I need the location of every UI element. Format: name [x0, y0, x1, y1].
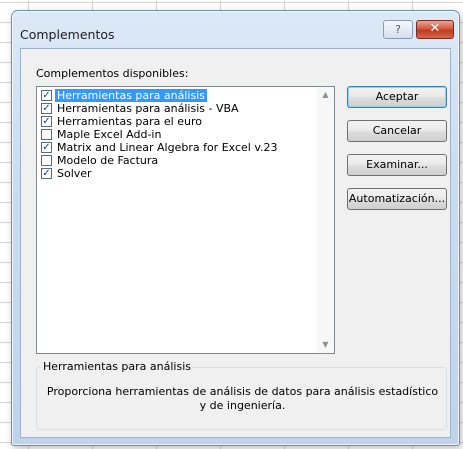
checkbox[interactable]: ✓: [41, 90, 52, 101]
help-icon: ?: [395, 23, 401, 36]
check-icon: ✓: [42, 103, 51, 114]
dialog-body: Complementos disponibles: ✓ Herramientas…: [20, 48, 451, 438]
ok-button[interactable]: Aceptar: [347, 86, 447, 108]
checkbox[interactable]: [41, 155, 52, 166]
addin-item-label: Matrix and Linear Algebra for Excel v.23: [57, 141, 278, 154]
scroll-up-icon[interactable]: ▲: [317, 88, 334, 102]
checkbox[interactable]: ✓: [41, 103, 52, 114]
checkbox[interactable]: ✓: [41, 142, 52, 153]
addin-item-label: Modelo de Factura: [57, 154, 159, 167]
addin-item-label: Herramientas para el euro: [57, 115, 202, 128]
close-button[interactable]: ✕: [416, 20, 454, 39]
description-text: Proporciona herramientas de análisis de …: [46, 385, 439, 412]
scroll-down-icon[interactable]: ▼: [317, 338, 334, 352]
addin-item-label: Maple Excel Add-in: [57, 128, 162, 141]
help-button[interactable]: ?: [383, 20, 413, 39]
addin-item-label: Herramientas para análisis: [55, 89, 207, 102]
check-icon: ✓: [42, 168, 51, 179]
checkbox[interactable]: ✓: [41, 168, 52, 179]
browse-button[interactable]: Examinar...: [347, 154, 447, 176]
addin-item-label: Herramientas para análisis - VBA: [57, 102, 239, 115]
automation-button[interactable]: Automatización...: [347, 188, 447, 210]
check-icon: ✓: [42, 90, 51, 101]
description-group: Herramientas para análisis Proporciona h…: [36, 360, 447, 430]
dialog-title: Complementos: [20, 27, 115, 42]
check-icon: ✓: [42, 142, 51, 153]
description-caption: Herramientas para análisis: [41, 360, 193, 373]
available-addins-label: Complementos disponibles:: [36, 67, 189, 80]
check-icon: ✓: [42, 116, 51, 127]
cancel-button[interactable]: Cancelar: [347, 120, 447, 142]
close-icon: ✕: [429, 21, 441, 36]
checkbox[interactable]: [41, 129, 52, 140]
checkbox[interactable]: ✓: [41, 116, 52, 127]
addin-item-label: Solver: [57, 167, 92, 180]
addins-listbox[interactable]: ✓ Herramientas para análisis ✓ Herramien…: [36, 86, 335, 354]
addins-dialog: Complementos ? ✕ Complementos disponible…: [11, 10, 460, 446]
list-scrollbar[interactable]: ▲ ▼: [317, 87, 334, 353]
